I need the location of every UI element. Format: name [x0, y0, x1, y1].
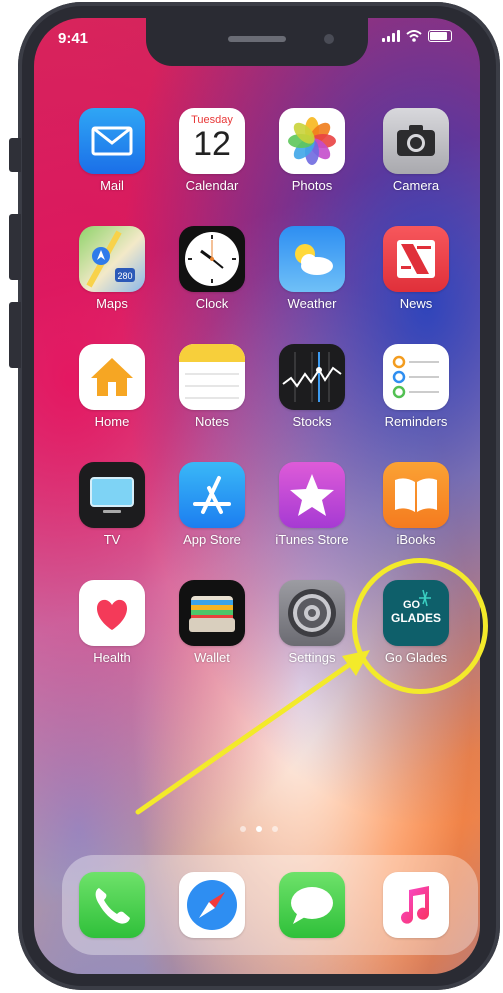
page-dot [272, 826, 278, 832]
page-dot-current [256, 826, 262, 832]
page-indicator[interactable] [240, 826, 278, 832]
page-dot [240, 826, 246, 832]
dock-music[interactable] [376, 872, 456, 938]
dock-phone[interactable] [72, 872, 152, 938]
messages-icon [279, 872, 345, 938]
music-icon [383, 872, 449, 938]
safari-icon [179, 872, 245, 938]
phone-icon [79, 872, 145, 938]
annotation-arrow [135, 650, 370, 815]
dock-messages[interactable] [272, 872, 352, 938]
dock-safari[interactable] [172, 872, 252, 938]
